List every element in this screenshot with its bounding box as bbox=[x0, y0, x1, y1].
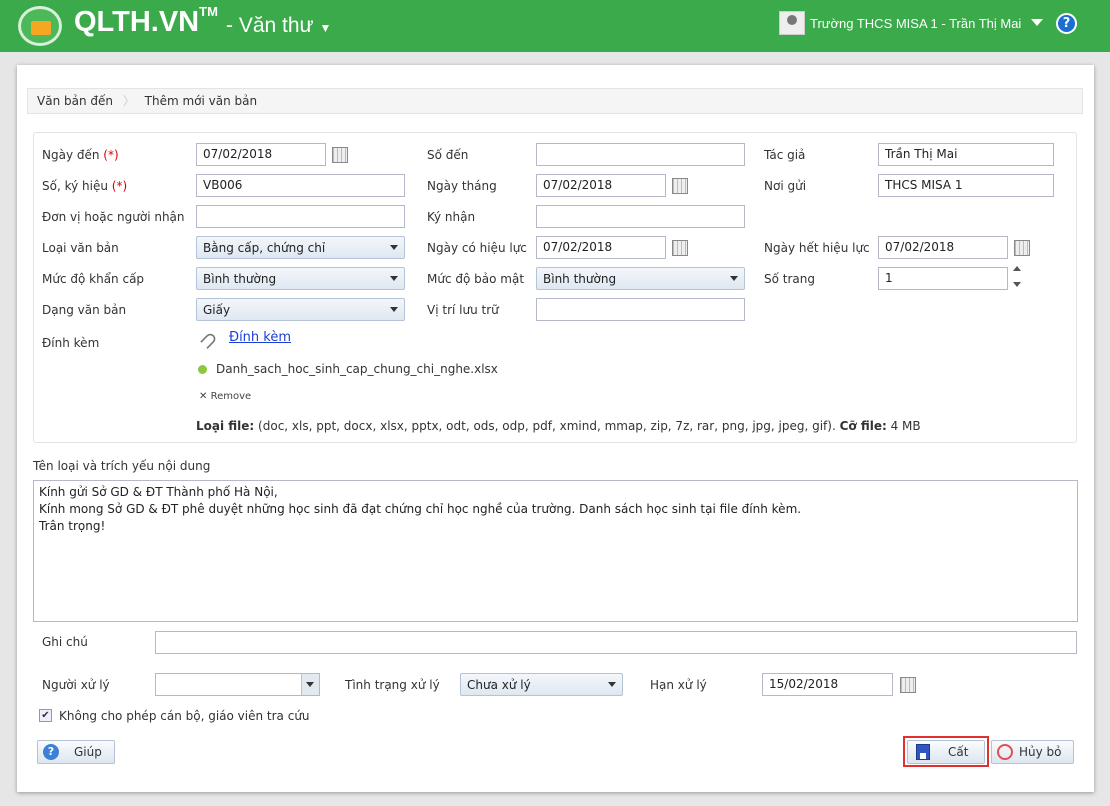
label: Số, ký hiệu (*) bbox=[42, 179, 128, 193]
calendar-icon[interactable] bbox=[672, 240, 688, 256]
label: Mức độ khẩn cấp bbox=[42, 272, 145, 286]
so-den-input[interactable] bbox=[536, 143, 745, 166]
label: Mức độ bảo mật bbox=[427, 272, 525, 286]
muc-do-bao-mat-select[interactable]: Bình thường bbox=[536, 267, 745, 290]
label: Loại văn bản bbox=[42, 241, 119, 255]
tinh-trang-select[interactable]: Chưa xử lý bbox=[460, 673, 623, 696]
nguoi-xu-ly-combo[interactable] bbox=[155, 673, 320, 696]
chevron-down-icon bbox=[390, 276, 398, 281]
so-trang-input[interactable]: 1 bbox=[878, 267, 1008, 290]
app-header: QLTH.VNTM - Văn thư ▼ Trường THCS MISA 1… bbox=[0, 0, 1110, 52]
file-type-info: Loại file: (doc, xls, ppt, docx, xlsx, p… bbox=[196, 419, 921, 433]
noi-gui-input[interactable]: THCS MISA 1 bbox=[878, 174, 1054, 197]
cancel-icon bbox=[997, 744, 1013, 760]
remove-button[interactable]: ✕ Remove bbox=[199, 391, 251, 402]
chevron-down-icon bbox=[306, 682, 314, 687]
breadcrumb-item: Thêm mới văn bản bbox=[144, 94, 258, 108]
save-icon bbox=[916, 744, 930, 760]
chevron-down-icon bbox=[730, 276, 738, 281]
label: Ngày có hiệu lực bbox=[427, 241, 527, 255]
help-icon[interactable]: ? bbox=[1056, 13, 1077, 34]
spinner-up-icon[interactable] bbox=[1013, 266, 1021, 271]
vi-tri-luu-tru-input[interactable] bbox=[536, 298, 745, 321]
muc-do-khan-cap-select[interactable]: Bình thường bbox=[196, 267, 405, 290]
label: Số trang bbox=[764, 272, 815, 286]
calendar-icon[interactable] bbox=[332, 147, 348, 163]
cancel-button[interactable]: Hủy bỏ bbox=[991, 740, 1074, 764]
breadcrumb: Văn bản đến 〉 Thêm mới văn bản bbox=[27, 88, 1083, 114]
don-vi-nhan-input[interactable] bbox=[196, 205, 405, 228]
content-textarea[interactable]: Kính gửi Sở GD & ĐT Thành phố Hà Nội, Kín… bbox=[33, 480, 1078, 622]
help-icon: ? bbox=[43, 744, 59, 760]
ngay-hieu-luc-input[interactable]: 07/02/2018 bbox=[536, 236, 666, 259]
label: Nơi gửi bbox=[764, 179, 807, 193]
label: Ngày hết hiệu lực bbox=[764, 241, 870, 255]
label: Ghi chú bbox=[42, 635, 88, 649]
breadcrumb-item[interactable]: Văn bản đến bbox=[37, 94, 113, 108]
ngay-thang-input[interactable]: 07/02/2018 bbox=[536, 174, 666, 197]
ky-nhan-input[interactable] bbox=[536, 205, 745, 228]
han-xu-ly-input[interactable]: 15/02/2018 bbox=[762, 673, 893, 696]
label: Tên loại và trích yếu nội dung bbox=[33, 459, 211, 473]
loai-van-ban-select[interactable]: Bằng cấp, chứng chỉ bbox=[196, 236, 405, 259]
label: Số đến bbox=[427, 148, 469, 162]
label: Đơn vị hoặc người nhận bbox=[42, 210, 185, 224]
user-name[interactable]: Trường THCS MISA 1 - Trần Thị Mai bbox=[810, 16, 1021, 31]
label: Dạng văn bản bbox=[42, 303, 127, 317]
ngay-den-input[interactable]: 07/02/2018 bbox=[196, 143, 326, 166]
checkbox-label: Không cho phép cán bộ, giáo viên tra cứu bbox=[59, 709, 310, 723]
module-dropdown[interactable]: - Văn thư ▼ bbox=[226, 14, 331, 38]
logo-icon bbox=[18, 6, 62, 46]
so-ky-hieu-input[interactable]: VB006 bbox=[196, 174, 405, 197]
label: Ngày tháng bbox=[427, 179, 497, 193]
calendar-icon[interactable] bbox=[1014, 240, 1030, 256]
calendar-icon[interactable] bbox=[900, 677, 916, 693]
chevron-down-icon bbox=[390, 245, 398, 250]
spinner-down-icon[interactable] bbox=[1013, 282, 1021, 287]
close-icon: ✕ bbox=[199, 391, 208, 402]
chevron-down-icon bbox=[608, 682, 616, 687]
ghi-chu-input[interactable] bbox=[155, 631, 1077, 654]
attach-link[interactable]: Đính kèm bbox=[229, 330, 291, 345]
ngay-het-hieu-luc-input[interactable]: 07/02/2018 bbox=[878, 236, 1008, 259]
label: Ngày đến (*) bbox=[42, 148, 119, 162]
label: Tác giả bbox=[764, 148, 806, 162]
label: Đính kèm bbox=[42, 336, 100, 350]
label: Vị trí lưu trữ bbox=[427, 303, 499, 317]
file-status-icon bbox=[198, 365, 207, 374]
calendar-icon[interactable] bbox=[672, 178, 688, 194]
tac-gia-input[interactable]: Trần Thị Mai bbox=[878, 143, 1054, 166]
help-button[interactable]: ? Giúp bbox=[37, 740, 115, 764]
label: Ký nhận bbox=[427, 210, 476, 224]
user-menu-chevron-icon[interactable] bbox=[1031, 19, 1043, 26]
logo-text[interactable]: QLTH.VNTM bbox=[74, 4, 218, 39]
label: Người xử lý bbox=[42, 678, 110, 692]
chevron-down-icon bbox=[390, 307, 398, 312]
dang-van-ban-select[interactable]: Giấy bbox=[196, 298, 405, 321]
avatar bbox=[779, 11, 805, 35]
label: Tình trạng xử lý bbox=[345, 678, 440, 692]
restrict-lookup-checkbox[interactable]: ✔ bbox=[39, 709, 52, 722]
label: Hạn xử lý bbox=[650, 678, 707, 692]
save-button[interactable]: Cất bbox=[907, 740, 985, 764]
attached-file-name[interactable]: Danh_sach_hoc_sinh_cap_chung_chi_nghe.xl… bbox=[216, 362, 498, 376]
